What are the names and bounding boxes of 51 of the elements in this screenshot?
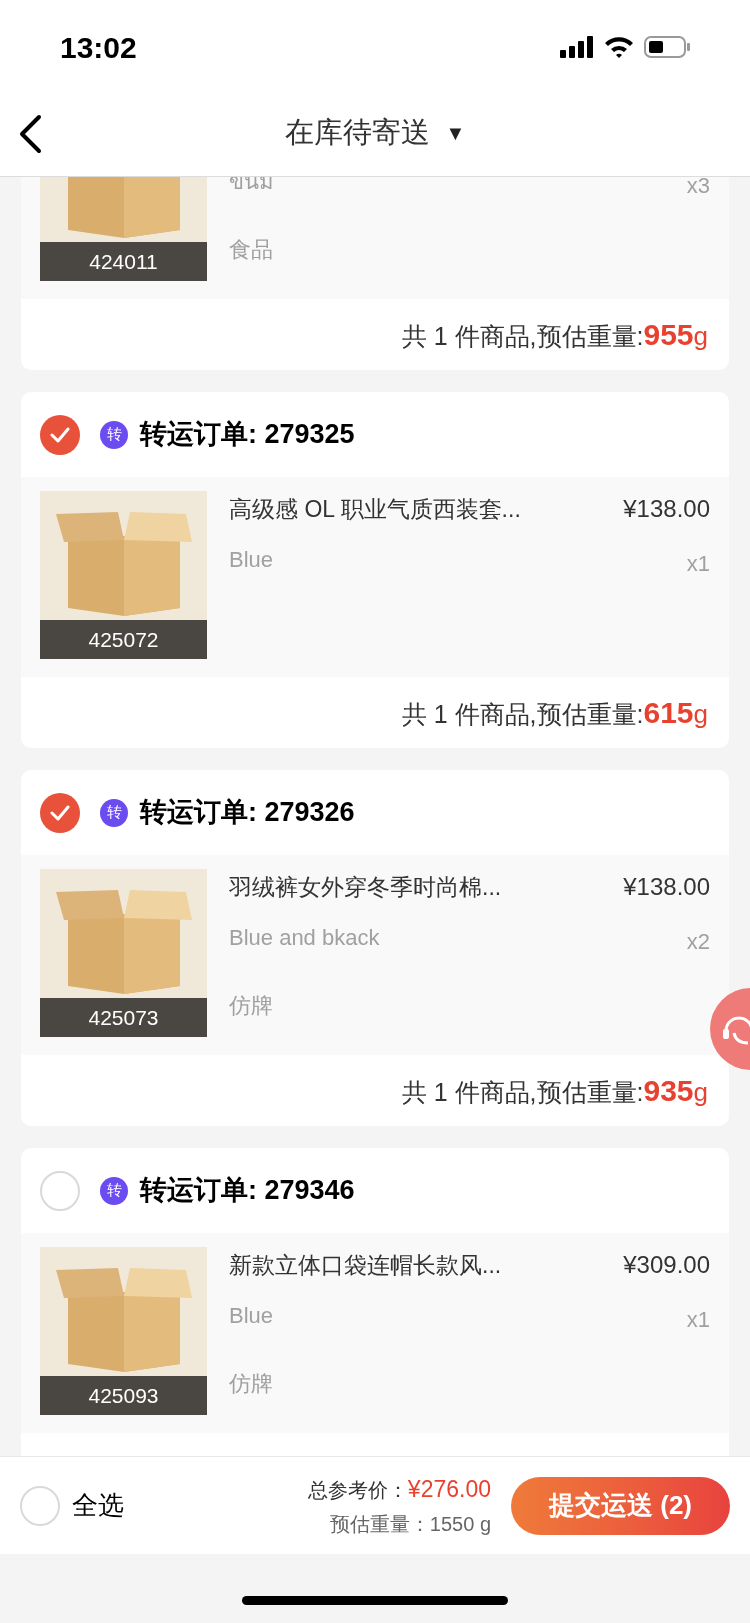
package-code: 425072 bbox=[40, 620, 207, 659]
package-code: 425093 bbox=[40, 1376, 207, 1415]
product-category: 食品 bbox=[229, 236, 274, 264]
transfer-badge: 转 bbox=[100, 1176, 128, 1205]
order-title: 转运订单: 279326 bbox=[140, 796, 355, 830]
product-name: 羽绒裤女外穿冬季时尚棉... bbox=[229, 872, 502, 902]
product-variant: Blue bbox=[229, 1301, 274, 1330]
order-title: 转运订单: 279346 bbox=[140, 1174, 355, 1208]
product-variant: Blue bbox=[229, 545, 274, 574]
product-quantity: x2 bbox=[686, 927, 710, 956]
product-quantity: x1 bbox=[686, 1305, 710, 1334]
checkmark-icon bbox=[50, 426, 70, 443]
select-all-checkbox[interactable] bbox=[20, 1485, 60, 1526]
transfer-badge: 转 bbox=[100, 420, 128, 449]
product-price: ¥309.00 bbox=[623, 1250, 710, 1280]
product-row[interactable]: 425072 高级感 OL 职业气质西装套... ¥138.00 Blue x1 bbox=[21, 477, 729, 677]
package-code: 424011 bbox=[40, 242, 207, 281]
select-all-label[interactable]: 全选 bbox=[72, 1486, 124, 1525]
product-row[interactable]: 425093 新款立体口袋连帽长款风... ¥309.00 Blue x1 仿牌 bbox=[21, 1233, 729, 1433]
product-price: ¥138.00 bbox=[623, 494, 710, 524]
order-checkbox[interactable] bbox=[40, 1170, 80, 1211]
product-quantity: x3 bbox=[686, 177, 710, 200]
product-price: ¥138.00 bbox=[623, 872, 710, 902]
product-quantity: x1 bbox=[686, 549, 710, 578]
order-summary: 共 1 件商品,预估重量:935g bbox=[401, 1073, 708, 1109]
order-summary: 共 1 件商品,预估重量:955g bbox=[401, 317, 708, 353]
product-category: 仿牌 bbox=[229, 1370, 274, 1398]
dropdown-caret-icon[interactable]: ▼ bbox=[445, 118, 466, 148]
product-row[interactable]: 424011 ขนม x3 食品 bbox=[21, 177, 729, 299]
product-category: 仿牌 bbox=[229, 992, 274, 1020]
total-price-label: 总参考价： bbox=[307, 1478, 408, 1504]
product-name: 新款立体口袋连帽长款风... bbox=[229, 1250, 502, 1280]
signal-icon bbox=[560, 36, 594, 58]
product-variant: ขนม bbox=[229, 177, 274, 196]
order-checkbox[interactable] bbox=[40, 414, 80, 455]
order-title: 转运订单: 279325 bbox=[140, 418, 355, 452]
page-title: 在库待寄送 bbox=[284, 115, 430, 151]
total-weight: 预估重量：1550 g bbox=[329, 1511, 491, 1537]
order-summary: 共 1 件商品,预估重量:615g bbox=[401, 695, 708, 731]
order-checkbox[interactable] bbox=[40, 792, 80, 833]
battery-icon bbox=[644, 36, 690, 58]
product-row[interactable]: 425073 羽绒裤女外穿冬季时尚棉... ¥138.00 Blue and bkack x2 仿牌 bbox=[21, 855, 729, 1055]
wifi-icon bbox=[604, 36, 634, 58]
product-variant: Blue and bkack bbox=[229, 923, 380, 952]
total-price: ¥276.00 bbox=[407, 1475, 491, 1505]
transfer-badge: 转 bbox=[100, 798, 128, 827]
back-icon[interactable] bbox=[18, 114, 42, 154]
product-name: 高级感 OL 职业气质西装套... bbox=[229, 494, 521, 524]
status-time: 13:02 bbox=[60, 29, 137, 66]
package-code: 425073 bbox=[40, 998, 207, 1037]
checkmark-icon bbox=[50, 804, 70, 821]
